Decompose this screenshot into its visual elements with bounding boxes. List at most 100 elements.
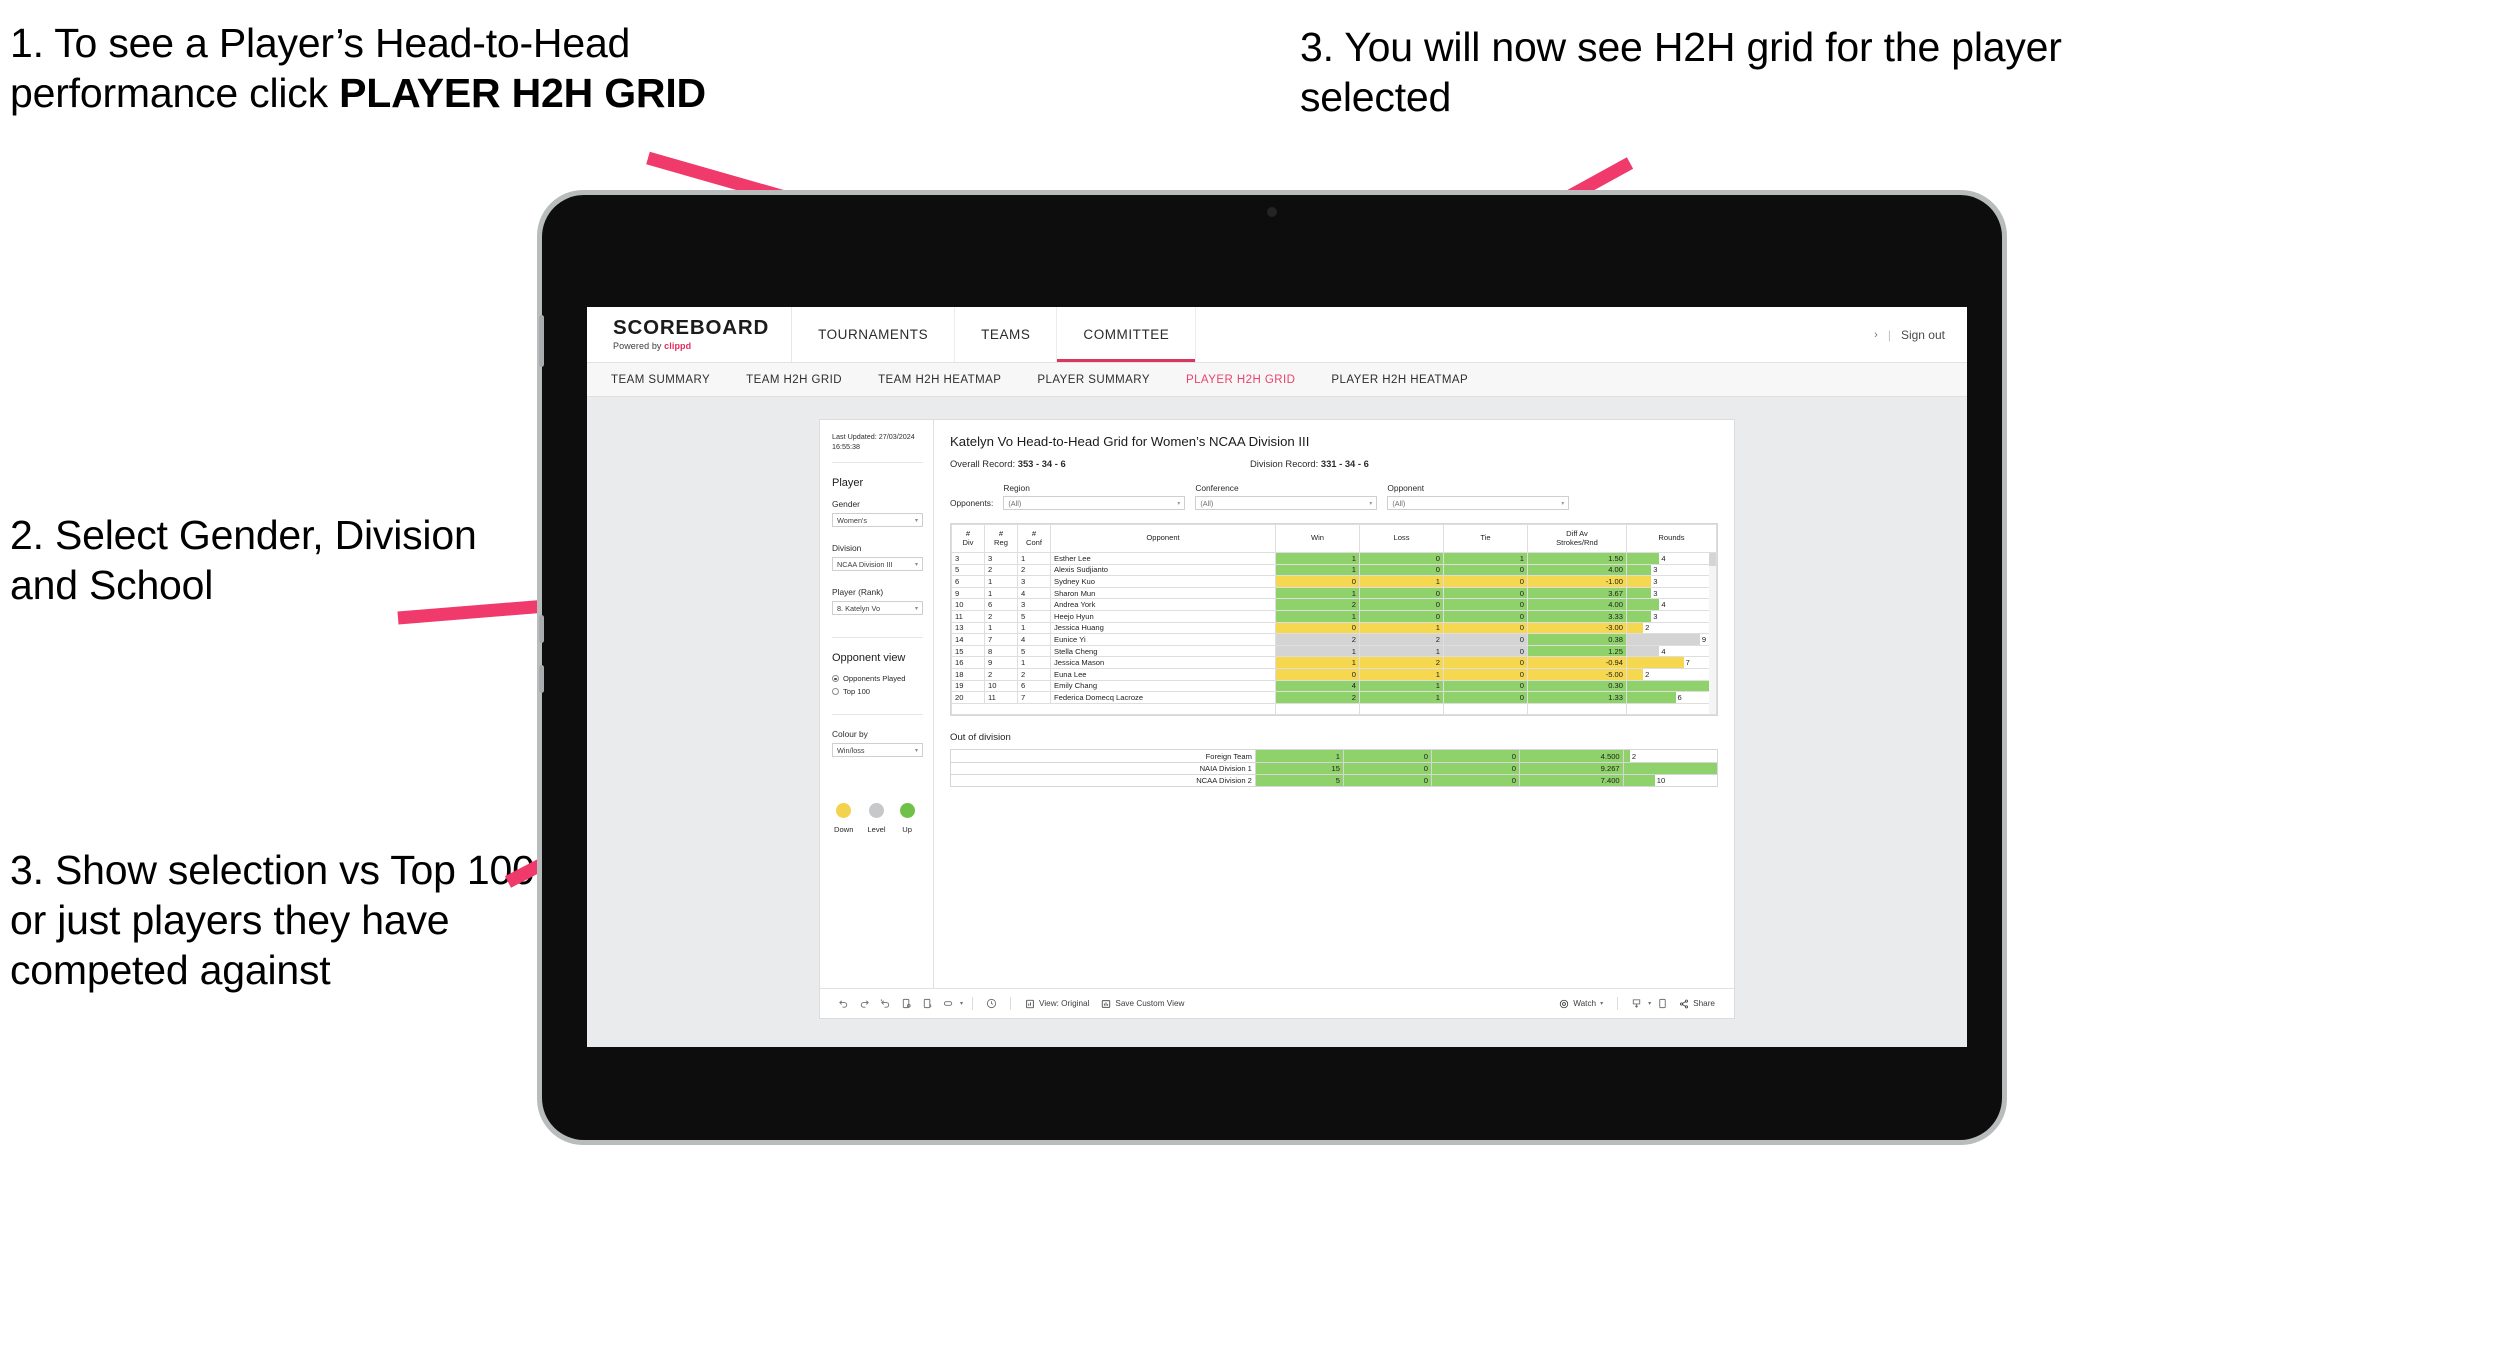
cell-win: 1 [1275,656,1360,669]
revert-icon[interactable] [876,994,895,1013]
region-select[interactable]: (All) ▾ [1003,496,1186,510]
table-row[interactable]: 6 1 3 Sydney Kuo 0 1 0 -1.00 3 [951,575,1717,588]
colour-by-select[interactable]: Win/loss ▾ [832,743,923,758]
player-rank-label: Player (Rank) [832,587,884,598]
cell-loss: 2 [1359,656,1444,669]
col-reg: # Reg [984,524,1018,553]
table-row[interactable]: 10 6 3 Andrea York 2 0 0 4.00 4 [951,598,1717,611]
nav-tournaments[interactable]: TOURNAMENTS [792,307,956,362]
radio-opponents-played[interactable]: Opponents Played [832,674,923,683]
download-icon[interactable] [1627,994,1646,1013]
history-icon[interactable] [982,994,1001,1013]
undo-icon[interactable] [834,994,853,1013]
col-div: # Div [951,524,985,553]
cell-rounds: 3 [1626,575,1717,588]
highlight-icon[interactable] [939,994,958,1013]
cell-opponent: Emily Chang [1050,679,1276,693]
view-original-button[interactable]: View: Original [1020,999,1094,1009]
volume-button[interactable] [539,315,544,367]
cell-win: 0 [1275,621,1360,635]
player-rank-select[interactable]: 8. Katelyn Vo ▾ [832,601,923,616]
table-scrollbar-thumb[interactable] [1709,553,1716,566]
cell-reg: 11 [984,691,1018,704]
cell-reg: 2 [984,667,1018,681]
opponents-filter-label: Opponents: [950,498,994,508]
cell-loss: 1 [1359,621,1444,635]
cell-div: 14 [951,633,985,646]
save-custom-view-button[interactable]: Save Custom View [1096,999,1189,1009]
nav-teams[interactable]: TEAMS [955,307,1058,362]
out-of-division-row[interactable]: NAIA Division 115009.26730 [950,761,1719,776]
division-select[interactable]: NCAA Division III ▾ [832,557,923,572]
volume-down-button[interactable] [539,665,544,693]
cell-win: 1 [1275,609,1360,623]
cell-rounds: 3 [1626,586,1717,600]
table-row[interactable]: 13 1 1 Jessica Huang 0 1 0 -3.00 2 [951,621,1717,635]
radio-top-100[interactable]: Top 100 [832,687,923,696]
out-of-division-row[interactable]: NCAA Division 2 5 0 0 7.400 10 [950,774,1719,788]
table-row[interactable]: 3 3 1 Esther Lee 1 0 1 1.50 4 [951,552,1717,565]
tab-team-h2h-grid[interactable]: TEAM H2H GRID [746,374,842,386]
colour-legend: Down Level Up [832,803,923,834]
tab-player-h2h-heatmap[interactable]: PLAYER H2H HEATMAP [1331,374,1468,386]
cell-tie: 0 [1443,586,1528,600]
table-row[interactable]: 5 2 2 Alexis Sudjianto 1 0 0 4.00 3 [951,563,1717,577]
watch-button[interactable]: Watch ▾ [1554,999,1608,1009]
refresh-data-icon[interactable] [897,994,916,1013]
radio-unselected-icon [832,688,839,696]
colour-by-filter: Colour by Win/loss ▾ [832,729,923,758]
tab-player-h2h-grid[interactable]: PLAYER H2H GRID [1186,374,1295,386]
cell-div: 6 [951,575,985,588]
cell-win: 1 [1275,586,1360,600]
table-row[interactable]: 16 9 1 Jessica Mason 1 2 0 -0.94 7 [951,656,1717,669]
legend-swatch-up [899,803,915,819]
cell-tie: 0 [1443,621,1528,635]
chevron-down-icon: ▾ [1561,500,1565,507]
opponent-select[interactable]: (All) ▾ [1387,496,1570,510]
region-filter: Region (All) ▾ [1003,483,1186,510]
chevron-down-icon[interactable]: ▾ [1648,1000,1651,1007]
brand-tagline-prefix: Powered by [613,341,665,352]
device-layout-icon[interactable] [1653,994,1672,1013]
table-row[interactable]: 11 2 5 Heejo Hyun 1 0 0 3.33 3 [951,609,1717,623]
nav-committee[interactable]: COMMITTEE [1057,307,1197,362]
cell-diff-av: 3.33 [1527,609,1627,623]
table-row[interactable]: 9 1 4 Sharon Mun 1 0 0 3.67 3 [951,586,1717,600]
table-row[interactable]: 20 11 7 Federica Domecq Lacroze 2 1 0 1.33 6 [951,691,1717,704]
divider: | [1887,327,1891,342]
save-custom-view-label: Save Custom View [1115,999,1185,1008]
cell-rounds: 6 [1626,691,1717,704]
tab-team-h2h-heatmap[interactable]: TEAM H2H HEATMAP [878,374,1001,386]
table-row[interactable]: 18 2 2 Euna Lee 0 1 0 -5.00 2 [951,667,1717,681]
table-scrollbar[interactable] [1709,553,1716,715]
cell-div: 15 [951,644,985,658]
table-row[interactable]: 14 7 4 Eunice Yi 2 2 0 0.38 9 [951,633,1717,646]
camera-icon [1267,207,1277,217]
tab-team-summary[interactable]: TEAM SUMMARY [611,374,710,386]
cell-tie: 0 [1443,691,1528,704]
share-button[interactable]: Share [1674,999,1720,1009]
table-row[interactable]: 15 8 5 Stella Cheng 1 1 0 1.25 4 [951,644,1717,658]
out-of-division-row[interactable]: Foreign Team 1 0 0 4.500 2 [950,749,1719,763]
volume-up-button[interactable] [539,615,544,643]
record-summary: Overall Record: 353 - 34 - 6 Division Re… [950,458,1718,469]
cell-conf: 3 [1017,598,1051,611]
table-row[interactable]: 19106Emily Chang4100.3011 [951,679,1717,693]
conference-select[interactable]: (All) ▾ [1195,496,1378,510]
cell-division-label: NCAA Division 2 [950,774,1256,788]
chevron-right-icon: › [1874,328,1878,341]
annotation-step-3-right: 3. You will now see H2H grid for the pla… [1300,24,2062,121]
tab-player-summary[interactable]: PLAYER SUMMARY [1037,374,1150,386]
redo-icon[interactable] [855,994,874,1013]
cell-loss: 0 [1342,761,1432,776]
cell-conf: 2 [1017,563,1051,577]
pause-updates-icon[interactable] [918,994,937,1013]
cell-opponent: Euna Lee [1050,667,1276,681]
sign-out-link[interactable]: Sign out [1901,328,1945,342]
share-label: Share [1693,999,1715,1008]
gender-select[interactable]: Women's ▾ [832,513,923,528]
chevron-down-icon[interactable]: ▾ [960,1000,963,1007]
filler-cell [1275,702,1360,716]
brand-logo[interactable]: SCOREBOARD Powered by clippd [587,307,793,362]
cell-loss: 0 [1359,598,1444,611]
